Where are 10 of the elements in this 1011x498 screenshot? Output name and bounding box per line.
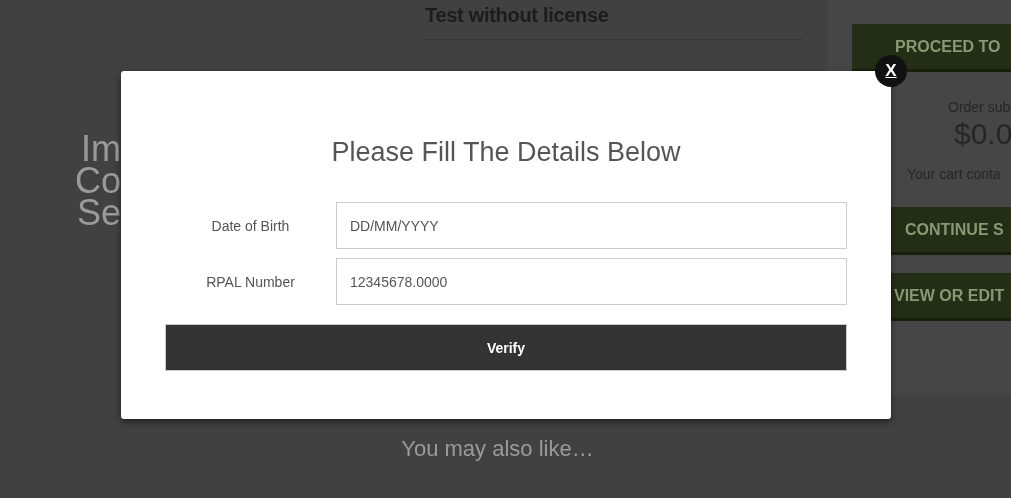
dialog-title: Please Fill The Details Below <box>330 137 682 168</box>
field-label: RPAL Number <box>205 273 296 290</box>
verify-button[interactable]: Verify <box>165 324 847 371</box>
input-field[interactable]: DD/MM/YYYY <box>336 202 847 249</box>
field-label: Date of Birth <box>210 217 291 234</box>
image-caption: Co <box>74 165 121 197</box>
image-caption: Se <box>76 197 121 229</box>
input-field[interactable]: 12345678.0000 <box>336 258 847 305</box>
image-caption: Im <box>81 133 121 165</box>
related-heading: You may also like… <box>400 436 595 462</box>
